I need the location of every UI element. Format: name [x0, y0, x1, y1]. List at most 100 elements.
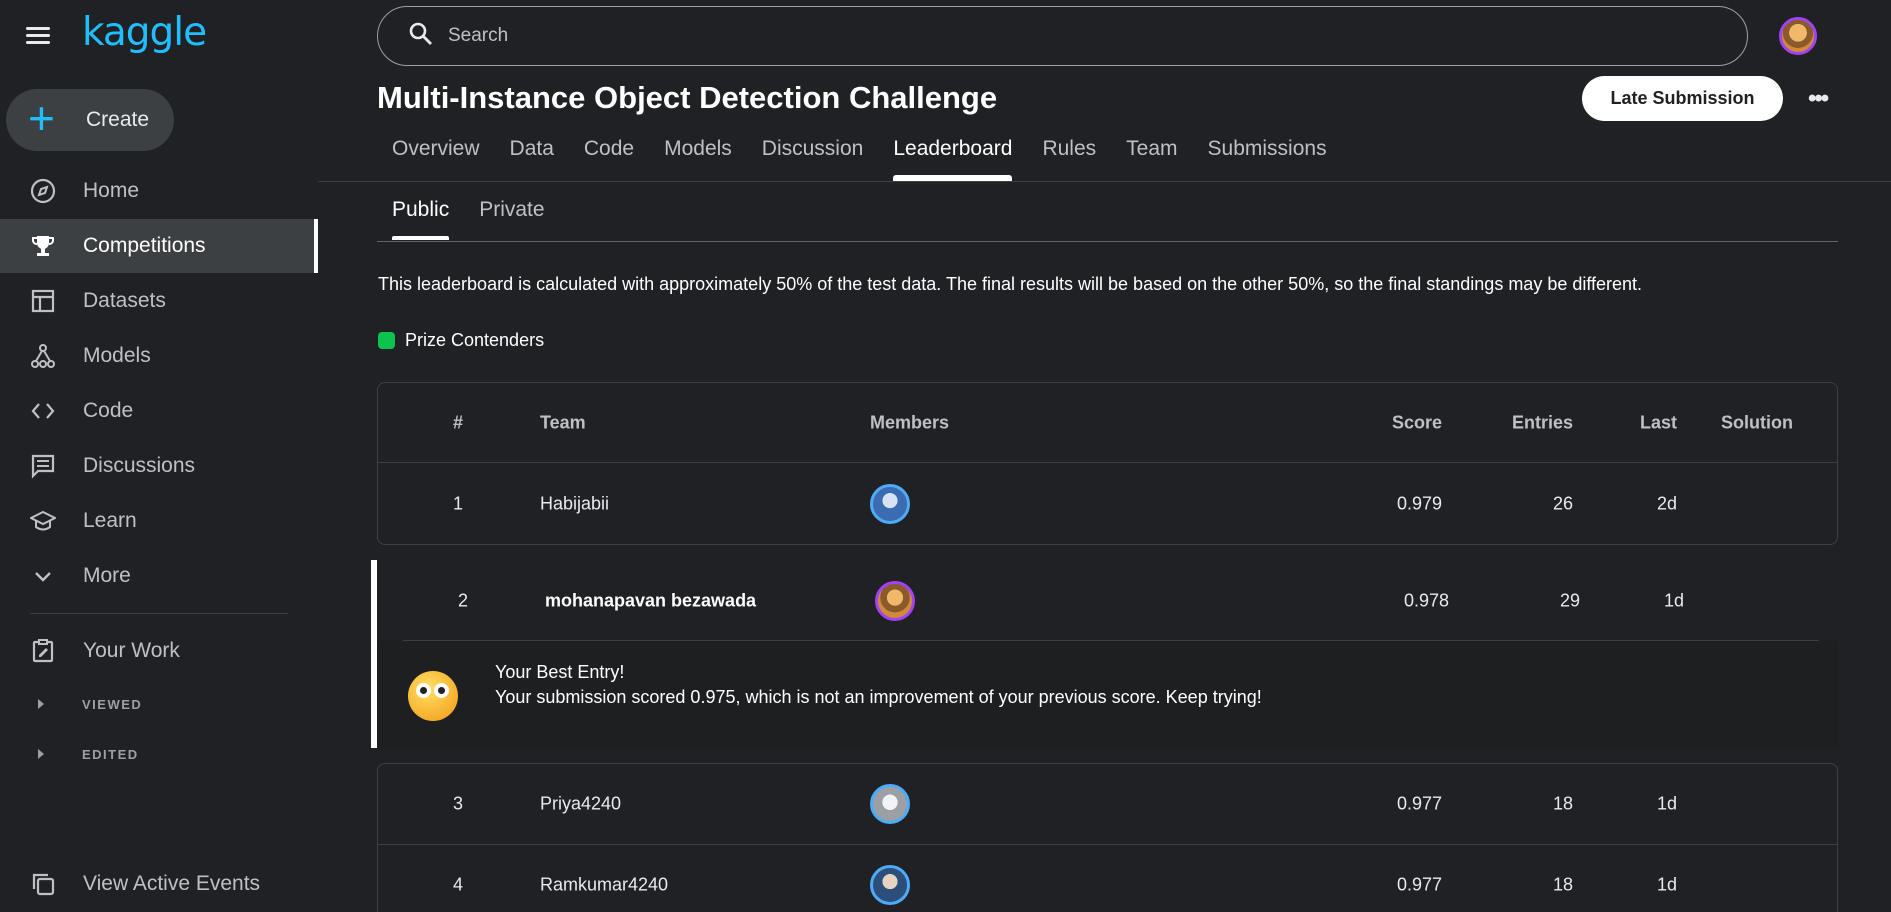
tab-models[interactable]: Models [664, 137, 732, 181]
tab-discussion[interactable]: Discussion [762, 137, 864, 181]
sidebar-item-label: View Active Events [83, 872, 261, 895]
header-rank: # [453, 412, 464, 432]
search-input[interactable] [448, 25, 1648, 47]
sidebar-divider [30, 613, 288, 614]
row-entries: 18 [1552, 793, 1573, 814]
page-title: Multi-Instance Object Detection Challeng… [377, 80, 998, 115]
row-last: 1d [1663, 590, 1684, 610]
header-score: Score [1391, 412, 1442, 432]
member-avatar[interactable] [875, 580, 915, 621]
row-last: 2d [1656, 493, 1677, 513]
late-submission-button[interactable]: Late Submission [1582, 76, 1783, 121]
search-bar[interactable] [377, 6, 1748, 66]
school-icon [29, 507, 57, 535]
row-rank: 3 [453, 793, 464, 814]
row-rank: 1 [453, 493, 464, 513]
row-team[interactable]: Ramkumar4240 [540, 875, 668, 896]
sidebar-item-label: Code [83, 399, 134, 422]
best-entry-title: Your Best Entry! [495, 662, 625, 682]
tab-leaderboard[interactable]: Leaderboard [893, 137, 1013, 181]
table-header: # Team Members Score Entries Last Soluti… [378, 383, 1837, 463]
prize-legend: Prize Contenders [378, 330, 544, 351]
edit-note-icon [29, 637, 57, 665]
sidebar-item-code[interactable]: Code [0, 384, 318, 438]
prize-swatch [378, 332, 395, 349]
row-last: 1d [1656, 874, 1677, 895]
sidebar-sub-label: EDITED [82, 746, 139, 762]
header-last: Last [1639, 412, 1677, 432]
sidebar-item-models[interactable]: Models [0, 329, 318, 383]
copy-icon [29, 870, 57, 898]
sidebar-sub-viewed[interactable]: VIEWED [0, 689, 318, 719]
header-team: Team [540, 412, 586, 432]
sidebar-item-label: More [83, 564, 131, 587]
sidebar-sub-edited[interactable]: EDITED [0, 739, 318, 769]
chevron-down-icon [29, 562, 57, 590]
table-row[interactable]: 1 Habijabii 0.979 26 2d [378, 463, 1837, 544]
sidebar-item-label: Learn [83, 509, 137, 532]
hamburger-icon[interactable] [26, 18, 52, 44]
header-solution: Solution [1721, 412, 1793, 432]
sidebar-item-competitions[interactable]: Competitions [0, 219, 318, 273]
sidebar-item-more[interactable]: More [0, 549, 318, 603]
create-label: Create [86, 108, 150, 131]
best-entry-message: Your submission scored 0.975, which is n… [495, 687, 1262, 707]
sidebar-item-label: Competitions [83, 234, 206, 257]
row-score: 0.978 [1403, 590, 1449, 610]
subtab-public[interactable]: Public [392, 198, 450, 240]
trophy-icon [29, 232, 57, 260]
create-button[interactable]: + Create [6, 89, 174, 151]
search-icon [408, 21, 434, 52]
tab-overview[interactable]: Overview [392, 137, 480, 181]
tabs-divider [318, 181, 1891, 182]
more-options-icon[interactable]: ••• [1808, 85, 1829, 113]
menu-button[interactable] [26, 18, 52, 44]
tab-code[interactable]: Code [584, 137, 634, 181]
sidebar-item-home[interactable]: Home [0, 164, 318, 218]
tab-submissions[interactable]: Submissions [1208, 137, 1327, 181]
caret-right-icon [38, 699, 44, 709]
sidebar-item-label: Models [83, 344, 151, 367]
models-icon [29, 342, 57, 370]
row-entries: 18 [1552, 874, 1573, 895]
kaggle-logo[interactable]: kaggle [82, 10, 207, 55]
sidebar-item-label: Datasets [83, 289, 166, 312]
tab-team[interactable]: Team [1126, 137, 1177, 181]
row-rank: 2 [458, 590, 469, 610]
sidebar-item-datasets[interactable]: Datasets [0, 274, 318, 328]
comment-icon [29, 452, 57, 480]
row-team[interactable]: Habijabii [540, 493, 609, 514]
header-members: Members [870, 412, 950, 432]
sidebar-item-label: Discussions [83, 454, 196, 477]
row-team[interactable]: Priya4240 [540, 794, 621, 815]
code-icon [29, 397, 57, 425]
best-entry-panel: Your Best Entry! Your submission scored … [377, 641, 1838, 748]
compass-icon [29, 177, 57, 205]
emoji-icon [408, 671, 458, 721]
prize-legend-label: Prize Contenders [405, 330, 545, 350]
leaderboard-table-continued: 3 Priya4240 0.977 18 1d 4 Ramkumar4240 0… [377, 763, 1838, 912]
table-row[interactable]: 2 mohanapavan bezawada 0.978 29 1d [383, 560, 1844, 641]
sidebar-item-discussions[interactable]: Discussions [0, 439, 318, 493]
table-row[interactable]: 4 Ramkumar4240 0.977 18 1d [378, 845, 1837, 912]
your-row-highlight: 2 mohanapavan bezawada 0.978 29 1d Your … [371, 560, 1838, 748]
member-avatar[interactable] [870, 784, 910, 824]
sidebar-item-learn[interactable]: Learn [0, 494, 318, 548]
tab-data[interactable]: Data [510, 137, 554, 181]
table-icon [29, 287, 57, 315]
user-avatar[interactable] [1779, 17, 1817, 55]
sidebar-item-your-work[interactable]: Your Work [0, 624, 318, 678]
member-avatar[interactable] [870, 483, 910, 524]
table-row[interactable]: 3 Priya4240 0.977 18 1d [378, 764, 1837, 845]
sidebar-item-view-active-events[interactable]: View Active Events [0, 857, 318, 911]
row-team[interactable]: mohanapavan bezawada [545, 590, 756, 611]
member-avatar[interactable] [870, 865, 910, 905]
row-score: 0.977 [1396, 793, 1442, 814]
row-last: 1d [1656, 793, 1677, 814]
competition-tabs: Overview Data Code Models Discussion Lea… [392, 137, 1357, 181]
sidebar-sub-label: VIEWED [82, 696, 143, 712]
plus-icon: + [28, 92, 55, 144]
tab-rules[interactable]: Rules [1042, 137, 1096, 181]
subtab-private[interactable]: Private [479, 198, 544, 240]
subtabs-divider [377, 241, 1838, 242]
